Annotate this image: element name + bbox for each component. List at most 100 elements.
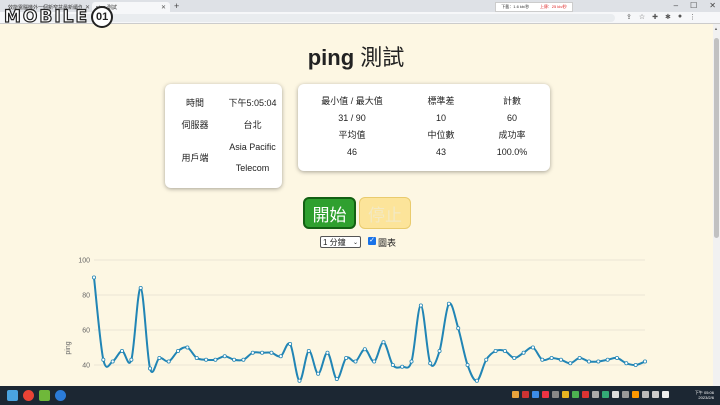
share-icon[interactable]: ⇪ xyxy=(626,13,632,21)
info-card: 時間 下午5:05:04 伺服器 台北 用戶端 Asia Pacific Tel… xyxy=(165,84,282,188)
tray-icon[interactable] xyxy=(622,391,629,398)
minmax-label: 最小值 / 最大值 xyxy=(321,96,383,106)
data-point xyxy=(390,363,395,368)
scrollbar-thumb[interactable] xyxy=(714,38,719,238)
tray-icon[interactable] xyxy=(592,391,599,398)
data-point xyxy=(362,347,367,352)
data-point xyxy=(493,349,498,354)
data-point xyxy=(166,359,171,364)
data-point xyxy=(325,350,330,355)
avg-label: 平均值 xyxy=(338,130,366,140)
data-point xyxy=(409,359,414,364)
interval-select[interactable]: 1 分鐘 ⌄ xyxy=(320,236,361,248)
tray-icon[interactable] xyxy=(512,391,519,398)
y-tick-label: 80 xyxy=(82,293,90,300)
menu-icon[interactable]: ⋮ xyxy=(689,13,696,21)
data-point xyxy=(633,363,638,368)
tray-icon[interactable] xyxy=(562,391,569,398)
data-point xyxy=(232,357,237,362)
tray-icon[interactable] xyxy=(612,391,619,398)
data-point xyxy=(213,357,218,362)
new-tab-button[interactable]: + xyxy=(174,1,179,11)
data-point xyxy=(250,350,255,355)
data-point xyxy=(148,366,153,371)
data-point xyxy=(204,357,209,362)
extension-icon[interactable]: ✚ xyxy=(652,13,658,21)
tray-icon[interactable] xyxy=(522,391,529,398)
tray-icon[interactable] xyxy=(542,391,549,398)
tray-icon[interactable] xyxy=(552,391,559,398)
avg-value: 46 xyxy=(346,147,357,157)
tray-icon[interactable] xyxy=(532,391,539,398)
data-point xyxy=(92,275,97,280)
edge-icon[interactable] xyxy=(55,390,66,401)
address-bar[interactable] xyxy=(40,14,615,22)
client-value-line1: Asia Pacific xyxy=(229,142,276,152)
minimize-icon[interactable]: – xyxy=(674,1,678,10)
median-value: 43 xyxy=(435,147,446,157)
close-window-icon[interactable]: ✕ xyxy=(709,1,716,10)
y-tick-label: 60 xyxy=(82,328,90,335)
median-label: 中位數 xyxy=(427,130,455,140)
client-label: 用戶端 xyxy=(181,153,209,163)
stats-card: 最小值 / 最大值 標準差 計數 31 / 90 10 60 平均值 中位數 成… xyxy=(298,84,550,171)
stop-button[interactable]: 停止 xyxy=(359,197,411,229)
close-icon[interactable]: ✕ xyxy=(161,4,166,11)
time-label: 時間 xyxy=(185,98,204,108)
data-point xyxy=(512,356,517,361)
tray-icon[interactable] xyxy=(652,391,659,398)
page-title-bold: ping xyxy=(307,45,355,70)
data-point xyxy=(101,357,106,362)
data-point xyxy=(437,349,442,354)
data-point xyxy=(418,303,423,308)
data-point xyxy=(596,359,601,364)
data-point xyxy=(288,342,293,347)
tray-icon[interactable] xyxy=(572,391,579,398)
chart-toggle-checkbox[interactable]: ✓ xyxy=(368,237,376,245)
data-point xyxy=(241,357,246,362)
data-point xyxy=(120,349,125,354)
maximize-icon[interactable]: ☐ xyxy=(690,1,697,10)
tray-icon[interactable] xyxy=(662,391,669,398)
taskbar-clock[interactable]: 下午 05:06 2023/2/6 xyxy=(695,390,714,400)
app-icon[interactable] xyxy=(39,390,50,401)
chrome-icon[interactable] xyxy=(23,390,34,401)
y-tick-label: 40 xyxy=(82,363,90,370)
start-menu-icon[interactable] xyxy=(7,390,18,401)
chevron-down-icon: ⌄ xyxy=(352,239,358,246)
mobile01-watermark: MOBILE 01 xyxy=(3,6,114,28)
scroll-up-icon[interactable]: ▲ xyxy=(714,26,718,31)
data-point xyxy=(297,378,302,383)
tray-icon[interactable] xyxy=(642,391,649,398)
start-button[interactable]: 開始 xyxy=(303,197,356,229)
data-point xyxy=(110,359,115,364)
data-point xyxy=(456,326,461,331)
data-point xyxy=(624,361,629,366)
data-point xyxy=(549,356,554,361)
data-point xyxy=(381,340,386,345)
profile-icon[interactable]: ● xyxy=(678,13,682,21)
page-scrollbar[interactable]: ▲ xyxy=(713,24,720,386)
data-point xyxy=(138,286,143,291)
data-point xyxy=(568,361,573,366)
ping-chart: 40 60 80 100 ping xyxy=(65,258,648,383)
chart-toggle-label[interactable]: 圖表 xyxy=(378,236,396,249)
data-point xyxy=(306,349,311,354)
tray-icon[interactable] xyxy=(602,391,609,398)
network-download-text: 上傳：25 kb/秒 xyxy=(539,4,567,9)
puzzle-icon[interactable]: ✱ xyxy=(665,13,671,21)
data-point xyxy=(260,350,265,355)
tray-icon[interactable] xyxy=(582,391,589,398)
data-point xyxy=(334,377,339,382)
star-icon[interactable]: ☆ xyxy=(639,13,645,21)
count-value: 60 xyxy=(506,113,517,123)
data-point xyxy=(157,356,162,361)
data-point xyxy=(400,364,405,369)
watermark-emblem: 01 xyxy=(91,6,114,28)
data-point xyxy=(269,350,274,355)
data-point xyxy=(372,359,377,364)
window-controls: – ☐ ✕ xyxy=(674,1,716,10)
tray-icon[interactable] xyxy=(632,391,639,398)
interval-select-value: 1 分鐘 xyxy=(323,237,346,247)
data-point xyxy=(185,345,190,350)
